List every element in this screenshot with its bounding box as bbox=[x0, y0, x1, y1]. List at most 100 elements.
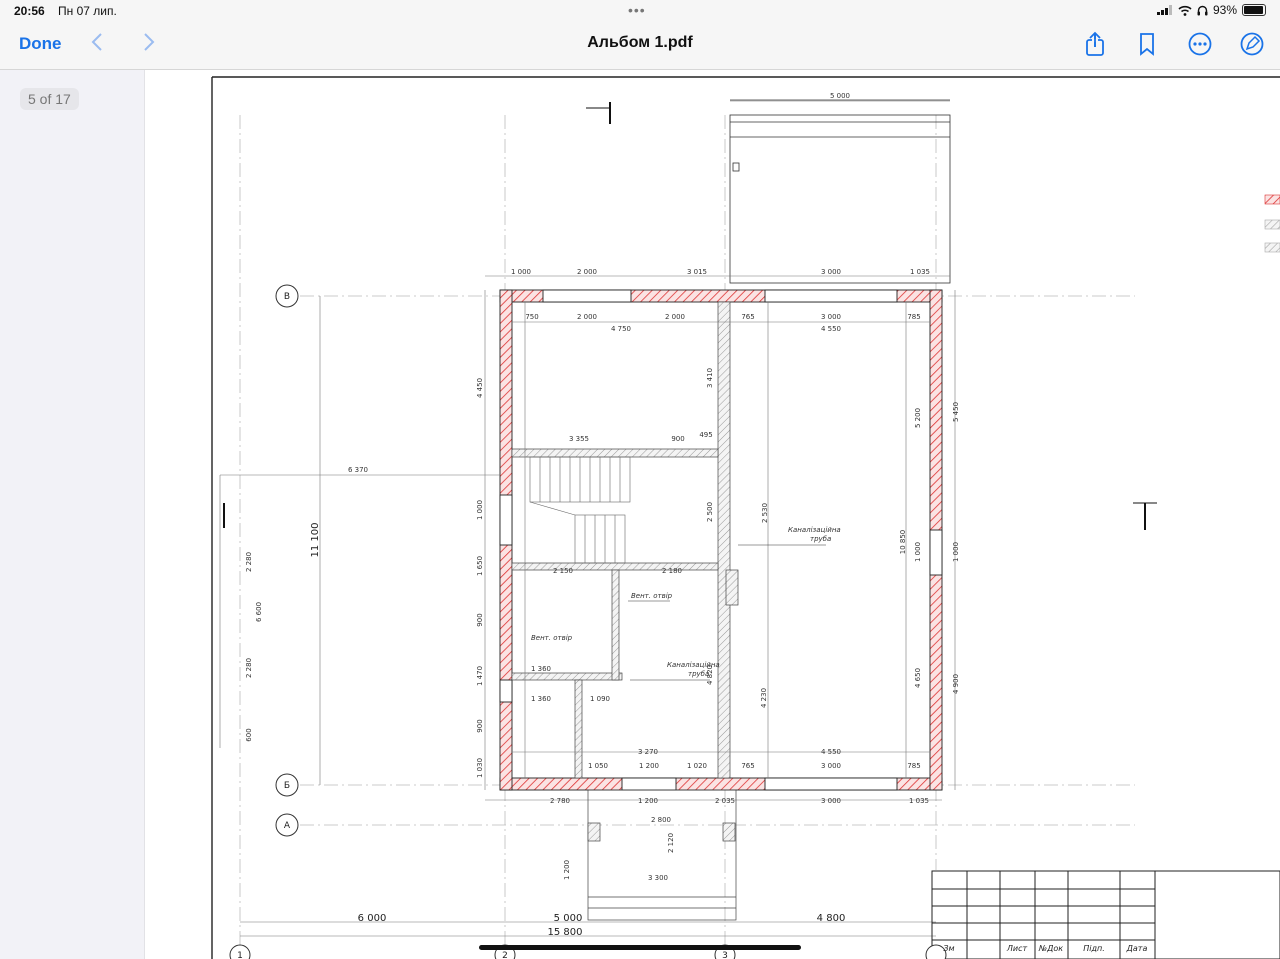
status-time: 20:56 bbox=[14, 4, 45, 18]
dim-bottom-inner-5: 1 035 bbox=[909, 797, 929, 805]
dim-left-ext-4: 600 bbox=[245, 728, 253, 741]
dim-3270: 3 270 bbox=[638, 748, 658, 756]
dim-900: 900 bbox=[671, 435, 684, 443]
document-toolbar: Done Альбом 1.pdf bbox=[0, 22, 1280, 70]
dim-porch-3: 3 300 bbox=[648, 874, 668, 882]
axis-label-1: 1 bbox=[237, 951, 243, 959]
dim-1360b: 1 360 bbox=[531, 695, 551, 703]
note-sewer-2-line2: труба bbox=[688, 670, 709, 678]
dim-495: 495 bbox=[699, 431, 712, 439]
dim-bottom-inner-4: 3 000 bbox=[821, 797, 841, 805]
dim-6370: 6 370 bbox=[348, 466, 368, 474]
dim-785b: 785 bbox=[907, 762, 920, 770]
dim-left-2: 1 000 bbox=[476, 500, 484, 520]
dim-porch-2: 2 120 bbox=[667, 833, 675, 853]
status-bar: 20:56 Пн 07 лип. ••• 93% bbox=[0, 0, 1280, 22]
dim-1050: 1 050 bbox=[588, 762, 608, 770]
cellular-signal-icon bbox=[1156, 5, 1172, 15]
dim-2180: 2 180 bbox=[662, 567, 682, 575]
stamp-header-list: Лист bbox=[1006, 944, 1028, 953]
axis-lines bbox=[239, 115, 1135, 945]
dim-right-h2: 10 850 bbox=[899, 530, 907, 555]
dim-inner-4: 765 bbox=[741, 313, 754, 321]
dim-bottom-1: 6 000 bbox=[358, 913, 387, 924]
dim-total-height: 11 100 bbox=[310, 523, 321, 558]
dim-right-h3: 1 000 bbox=[914, 542, 922, 562]
stamp-header-sign: Підп. bbox=[1083, 944, 1105, 953]
page-indicator: 5 of 17 bbox=[20, 88, 79, 110]
axis-label-b: Б bbox=[284, 781, 290, 791]
staircase bbox=[529, 456, 631, 564]
dim-2150: 2 150 bbox=[553, 567, 573, 575]
dim-top-1: 1 000 bbox=[511, 268, 531, 276]
bottom-porch bbox=[587, 789, 737, 921]
status-date: Пн 07 лип. bbox=[58, 4, 117, 18]
dim-inner-3: 2 000 bbox=[665, 313, 685, 321]
axis-label-v: В bbox=[284, 292, 290, 302]
note-sewer-1-line1: Каналізаційна bbox=[788, 526, 841, 534]
dim-room-1: 4 750 bbox=[611, 325, 631, 333]
dim-top-3: 3 015 bbox=[687, 268, 707, 276]
dim-left-7: 1 030 bbox=[476, 758, 484, 778]
dim-4230: 4 230 bbox=[760, 688, 768, 708]
note-vent-2: Вент. отвір bbox=[531, 634, 573, 642]
note-sewer-1-line2: труба bbox=[810, 535, 831, 543]
chevron-right-icon[interactable] bbox=[142, 32, 156, 58]
stamp-header-doc: №Док bbox=[1038, 944, 1063, 953]
dim-right-1: 5 450 bbox=[952, 402, 960, 422]
dim-right-h1: 5 200 bbox=[914, 408, 922, 428]
dim-wall-2500: 2 500 bbox=[706, 502, 714, 522]
dim-right-2: 1 000 bbox=[952, 542, 960, 562]
dim-right-h4: 4 650 bbox=[914, 668, 922, 688]
bookmark-icon[interactable] bbox=[1133, 30, 1161, 58]
axis-label-3: 3 bbox=[722, 951, 728, 959]
dim-porch-1: 2 800 bbox=[651, 816, 671, 824]
stamp-header-date: Дата bbox=[1126, 944, 1148, 953]
status-right: 93% bbox=[1156, 3, 1266, 17]
dim-bottom-total: 15 800 bbox=[548, 927, 583, 938]
dim-1020: 1 020 bbox=[687, 762, 707, 770]
legend-swatches bbox=[1264, 194, 1280, 253]
dim-left-ext-2: 6 600 bbox=[255, 602, 263, 622]
dim-1090: 1 090 bbox=[590, 695, 610, 703]
dim-bottom-3: 4 800 bbox=[817, 913, 846, 924]
dim-porch: 5 000 bbox=[830, 92, 850, 100]
dim-1200: 1 200 bbox=[639, 762, 659, 770]
dim-top-5: 1 035 bbox=[910, 268, 930, 276]
more-icon[interactable] bbox=[1186, 30, 1214, 58]
dim-bottom-2: 5 000 bbox=[554, 913, 583, 924]
dim-left-4: 900 bbox=[476, 613, 484, 626]
home-indicator[interactable] bbox=[479, 945, 801, 950]
dim-4550b: 4 550 bbox=[821, 748, 841, 756]
dim-left-ext-1: 2 280 bbox=[245, 552, 253, 572]
dim-bottom-inner-1: 2 780 bbox=[550, 797, 570, 805]
dim-top-4: 3 000 bbox=[821, 268, 841, 276]
share-icon[interactable] bbox=[1081, 30, 1109, 58]
note-sewer-2-line1: Каналізаційна bbox=[667, 661, 720, 669]
wifi-icon bbox=[1178, 5, 1192, 16]
pdf-page[interactable]: В Б А 1 2 3 6 000 5 000 4 800 15 800 11 … bbox=[145, 70, 1280, 959]
dim-inner-2: 2 000 bbox=[577, 313, 597, 321]
dim-1360a: 1 360 bbox=[531, 665, 551, 673]
axis-label-2: 2 bbox=[502, 951, 508, 959]
dim-left-ext-3: 2 280 bbox=[245, 658, 253, 678]
multitasking-dots-icon[interactable]: ••• bbox=[628, 2, 646, 18]
markup-icon[interactable] bbox=[1238, 30, 1266, 58]
note-vent-1: Вент. отвір bbox=[631, 592, 673, 600]
dim-left-6: 900 bbox=[476, 719, 484, 732]
battery-icon bbox=[1242, 4, 1266, 16]
dim-bottom-inner-2: 1 200 bbox=[638, 797, 658, 805]
stamp-header-zm: Зм bbox=[943, 944, 954, 953]
dim-left-5: 1 470 bbox=[476, 666, 484, 686]
dim-inner-6: 785 bbox=[907, 313, 920, 321]
battery-percent: 93% bbox=[1212, 3, 1237, 17]
dim-3000b: 3 000 bbox=[821, 762, 841, 770]
dim-inner-5: 3 000 bbox=[821, 313, 841, 321]
dim-inner-1: 750 bbox=[525, 313, 538, 321]
dim-left-3: 1 650 bbox=[476, 556, 484, 576]
dim-left-1: 4 450 bbox=[476, 378, 484, 398]
done-button[interactable]: Done bbox=[19, 34, 62, 54]
dim-wall-3410: 3 410 bbox=[706, 368, 714, 388]
page-sidebar: 5 of 17 bbox=[0, 70, 145, 959]
chevron-left-icon[interactable] bbox=[90, 32, 104, 58]
